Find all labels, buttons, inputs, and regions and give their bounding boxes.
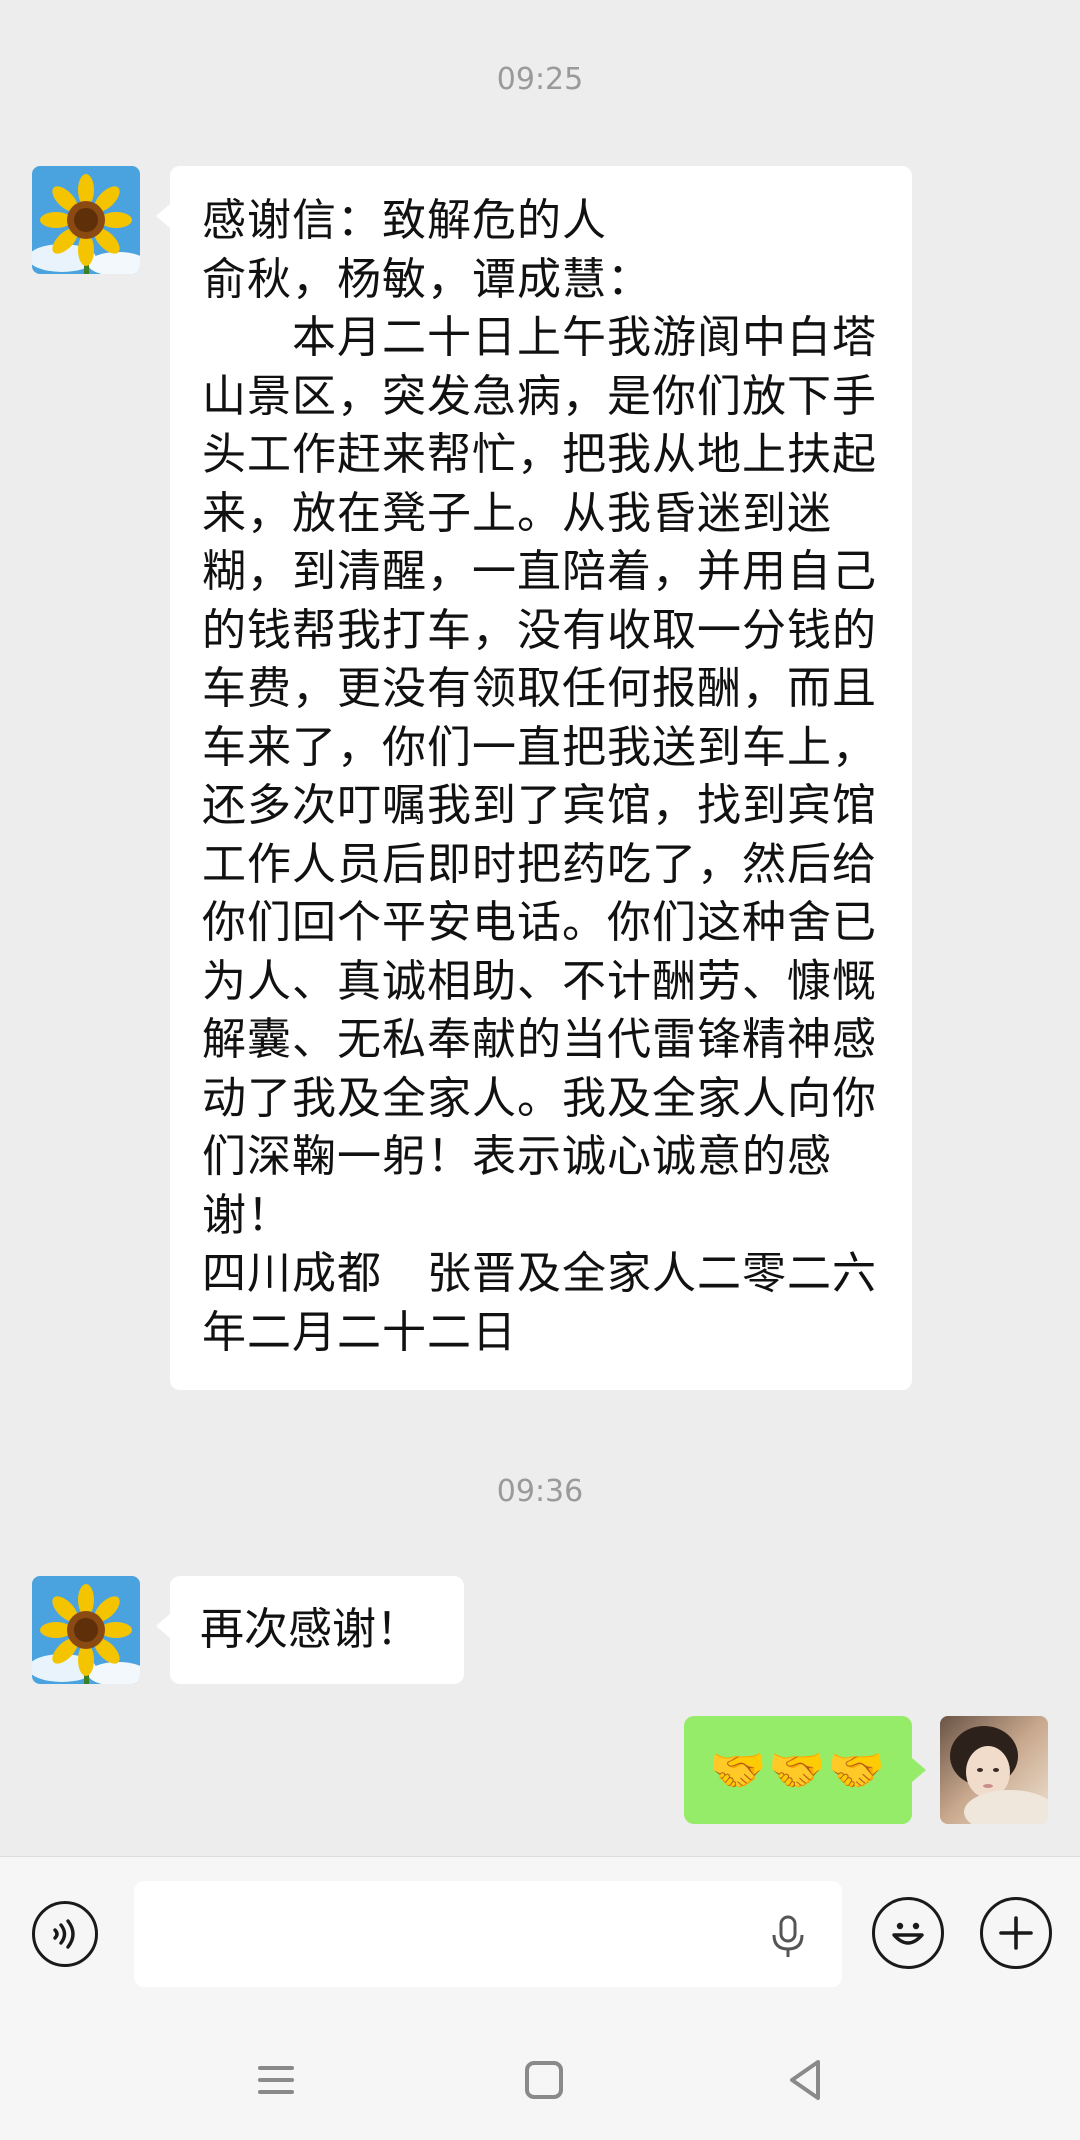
voice-mode-icon[interactable] (32, 1901, 98, 1967)
plus-icon[interactable] (980, 1897, 1052, 1969)
handshake-emoji-text: 🤝🤝🤝 (709, 1743, 887, 1797)
sunflower-avatar[interactable] (32, 1576, 140, 1684)
menu-icon[interactable] (250, 2054, 302, 2106)
system-nav-bar (0, 2016, 1080, 2140)
message-bubble[interactable]: 再次感谢！ (156, 1576, 464, 1684)
emoji-icon[interactable] (872, 1897, 944, 1969)
microphone-icon[interactable] (770, 1915, 806, 1959)
message-input[interactable] (134, 1881, 842, 1987)
input-bar (0, 1856, 1080, 2017)
home-icon[interactable] (518, 2054, 570, 2106)
message-text: 感谢信：致解危的人 俞秋，杨敏，谭成慧： 本月二十日上午我游阆中白塔山景区，突发… (202, 195, 877, 1358)
sunflower-avatar[interactable] (32, 166, 140, 274)
timestamp: 09:25 (496, 62, 584, 97)
user-photo-avatar[interactable] (940, 1716, 1048, 1824)
back-icon[interactable] (780, 2054, 832, 2106)
message-bubble-self[interactable]: 🤝🤝🤝 (684, 1716, 926, 1824)
message-bubble-letter[interactable]: 感谢信：致解危的人 俞秋，杨敏，谭成慧： 本月二十日上午我游阆中白塔山景区，突发… (156, 166, 912, 1390)
message-text: 再次感谢！ (200, 1604, 420, 1655)
timestamp: 09:36 (496, 1474, 584, 1509)
